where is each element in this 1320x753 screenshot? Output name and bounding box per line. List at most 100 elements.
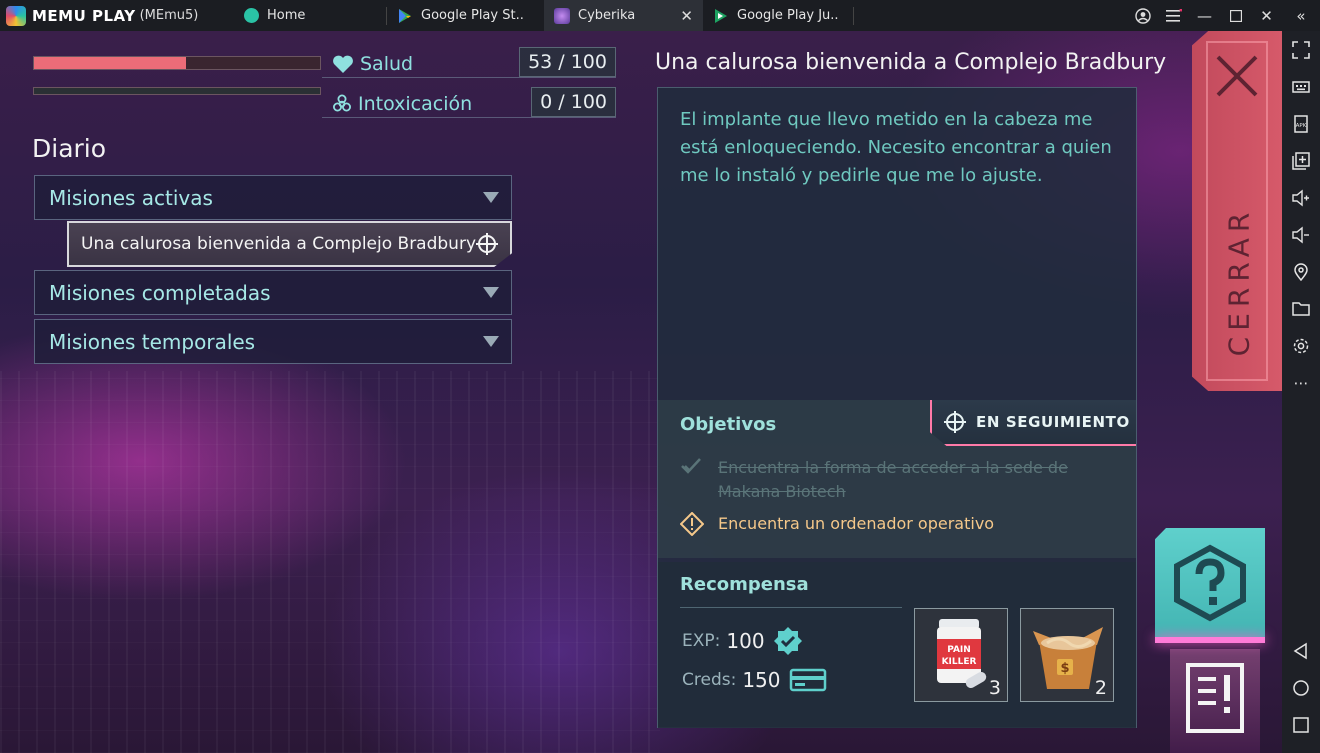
- objective-text: Encuentra la forma de acceder a la sede …: [718, 458, 1068, 501]
- tab-google-play-juegos[interactable]: Google Play Ju..: [703, 0, 853, 31]
- close-window-icon[interactable]: ✕: [1251, 0, 1282, 31]
- close-button[interactable]: CERRAR: [1192, 31, 1282, 391]
- heart-icon: [333, 55, 353, 73]
- background-circuit: [0, 371, 660, 753]
- google-play-games-icon: [715, 8, 727, 23]
- exp-label: EXP:: [682, 631, 721, 651]
- completed-missions-label: Misiones completadas: [49, 281, 271, 305]
- back-icon[interactable]: [1282, 632, 1320, 669]
- temporary-missions-label: Misiones temporales: [49, 330, 256, 354]
- journal-alert-icon: [1186, 663, 1244, 733]
- intoxication-stat: Intoxicación 0 / 100: [322, 87, 616, 118]
- intoxication-value: 0 / 100: [531, 87, 616, 117]
- reward-item-pain-killer[interactable]: PAIN KILLER 3: [914, 608, 1008, 702]
- tab-home-label: Home: [267, 8, 306, 23]
- tracking-label: EN SEGUIMIENTO: [976, 413, 1130, 431]
- tab-cyberika-label: Cyberika: [578, 8, 636, 23]
- volume-down-icon[interactable]: [1282, 216, 1320, 253]
- objectives-section: Objetivos EN SEGUIMIENTO Encuentra la fo…: [658, 400, 1136, 558]
- window-controls: — ✕ «: [1127, 0, 1320, 31]
- objective-item: Encuentra la forma de acceder a la sede …: [680, 456, 1088, 504]
- recents-icon[interactable]: [1282, 706, 1320, 743]
- help-button[interactable]: [1155, 528, 1265, 640]
- volume-up-icon[interactable]: [1282, 179, 1320, 216]
- emulator-titlebar: MEMU PLAY (MEmu5) Home Google Play St.. …: [0, 0, 1320, 31]
- health-bar-fill: [34, 57, 186, 69]
- pain-killer-label-bottom: KILLER: [942, 657, 977, 667]
- collapse-sidebar-icon[interactable]: «: [1282, 0, 1320, 31]
- objectives-title: Objetivos: [680, 414, 777, 435]
- journal-button[interactable]: [1170, 649, 1260, 753]
- memu-brand: MEMU PLAY: [32, 6, 136, 25]
- active-quest-item[interactable]: Una calurosa bienvenida a Complejo Bradb…: [67, 221, 512, 267]
- rewards-title: Recompensa: [680, 574, 809, 595]
- credit-card-icon: [789, 668, 826, 692]
- journal-title: Diario: [32, 134, 107, 163]
- tracking-button[interactable]: EN SEGUIMIENTO: [930, 400, 1136, 446]
- reward-item-noodle-box[interactable]: $ 2: [1020, 608, 1114, 702]
- location-icon[interactable]: [1282, 253, 1320, 290]
- keyboard-icon[interactable]: [1282, 68, 1320, 105]
- crosshair-icon: [944, 411, 966, 433]
- health-bar: [33, 56, 321, 70]
- minimize-icon[interactable]: —: [1189, 0, 1220, 31]
- tab-google-play-juegos-label: Google Play Ju..: [737, 8, 839, 23]
- health-stat: Salud 53 / 100: [322, 47, 616, 78]
- chevron-down-icon: [483, 287, 499, 298]
- objective-item: Encuentra un ordenador operativo: [680, 512, 994, 536]
- svg-text:$: $: [1060, 661, 1069, 676]
- menu-icon[interactable]: [1158, 0, 1189, 31]
- completed-missions-section[interactable]: Misiones completadas: [34, 270, 512, 315]
- home-icon[interactable]: [1282, 669, 1320, 706]
- health-value: 53 / 100: [519, 47, 616, 77]
- emulator-sidebar: APK ⋯: [1282, 31, 1320, 753]
- verified-badge-icon: [773, 627, 802, 655]
- chevron-down-icon: [483, 336, 499, 347]
- close-tab-icon[interactable]: ✕: [680, 7, 693, 25]
- account-icon[interactable]: [1127, 0, 1158, 31]
- quest-title: Una calurosa bienvenida a Complejo Bradb…: [655, 50, 1167, 75]
- folder-icon[interactable]: [1282, 290, 1320, 327]
- crosshair-icon: [476, 233, 498, 255]
- tab-home[interactable]: Home: [234, 0, 386, 31]
- health-label: Salud: [360, 53, 414, 75]
- intoxication-bar: [33, 87, 321, 95]
- active-missions-label: Misiones activas: [49, 186, 213, 210]
- warning-icon: [680, 512, 704, 536]
- active-missions-section[interactable]: Misiones activas: [34, 175, 512, 220]
- memu-logo: MEMU PLAY (MEmu5): [0, 0, 234, 31]
- temporary-missions-section[interactable]: Misiones temporales: [34, 319, 512, 364]
- apk-icon[interactable]: APK: [1282, 105, 1320, 142]
- more-icon[interactable]: ⋯: [1282, 364, 1320, 401]
- memu-instance: (MEmu5): [139, 8, 199, 23]
- quest-description: El implante que llevo metido en la cabez…: [680, 109, 1112, 186]
- objective-text: Encuentra un ordenador operativo: [718, 514, 995, 533]
- exp-value: 100: [726, 629, 765, 653]
- close-label: CERRAR: [1222, 206, 1256, 356]
- tab-google-play-store[interactable]: Google Play St..: [387, 0, 544, 31]
- item-count: 3: [988, 677, 1001, 699]
- multi-instance-icon[interactable]: [1282, 142, 1320, 179]
- biohazard-icon: [333, 94, 351, 112]
- chevron-down-icon: [483, 192, 499, 203]
- settings-icon[interactable]: [1282, 327, 1320, 364]
- close-icon: [1216, 55, 1258, 97]
- exp-reward: EXP: 100: [682, 626, 803, 656]
- double-check-icon: [681, 458, 701, 474]
- cyberika-tab-icon: [554, 7, 570, 24]
- tab-cyberika[interactable]: Cyberika ✕: [544, 0, 703, 31]
- creds-reward: Creds: 150: [682, 668, 827, 692]
- home-tab-icon: [244, 8, 259, 23]
- item-count: 2: [1094, 677, 1107, 699]
- google-play-icon: [399, 8, 411, 23]
- svg-text:APK: APK: [1296, 123, 1307, 129]
- creds-value: 150: [742, 668, 781, 692]
- creds-label: Creds:: [682, 670, 737, 690]
- help-glow: [1155, 637, 1265, 643]
- pain-killer-label-top: PAIN: [947, 645, 971, 655]
- fullscreen-icon[interactable]: [1282, 31, 1320, 68]
- maximize-icon[interactable]: [1220, 0, 1251, 31]
- intoxication-label: Intoxicación: [358, 93, 473, 115]
- help-hexagon-icon: [1174, 544, 1246, 622]
- active-quest-label: Una calurosa bienvenida a Complejo Bradb…: [81, 234, 477, 254]
